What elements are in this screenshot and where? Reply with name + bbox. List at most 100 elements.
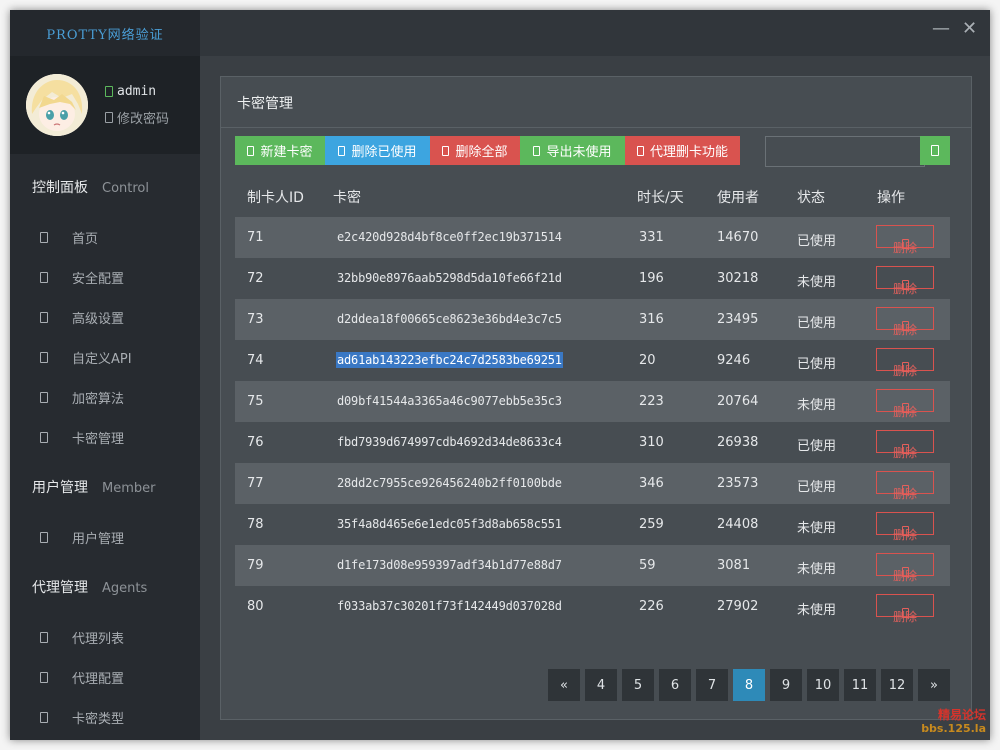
cell-card-key[interactable]: 28dd2c7955ce926456240b2ff0100bde bbox=[337, 476, 562, 490]
delete-row-button[interactable]: 删除 bbox=[876, 307, 934, 337]
table-row: 76 fbd7939d674997cdb4692d34de8633c4 310 … bbox=[235, 422, 950, 463]
table-row: 77 28dd2c7955ce926456240b2ff0100bde 346 … bbox=[235, 463, 950, 504]
pagination-page[interactable]: 12 bbox=[881, 669, 913, 701]
new-card-button[interactable]: 新建卡密 bbox=[235, 136, 325, 165]
pagination-page[interactable]: 5 bbox=[622, 669, 654, 701]
search-button[interactable] bbox=[920, 136, 950, 165]
sidebar-item-home[interactable]: 首页 bbox=[40, 228, 98, 247]
sidebar-item-encryption[interactable]: 加密算法 bbox=[40, 388, 124, 407]
edit-icon bbox=[105, 112, 113, 123]
cell-card-key[interactable]: f033ab37c30201f73f142449d037028d bbox=[337, 599, 562, 613]
delete-label: 删除 bbox=[892, 323, 917, 337]
delete-all-button[interactable]: 删除全部 bbox=[430, 136, 520, 165]
cell-card-key[interactable]: fbd7939d674997cdb4692d34de8633c4 bbox=[337, 435, 562, 449]
pagination-next[interactable]: » bbox=[918, 669, 950, 701]
header-duration: 时长/天 bbox=[637, 190, 684, 206]
delete-label: 删除 bbox=[892, 528, 917, 542]
tag-icon bbox=[40, 712, 48, 723]
pagination-page[interactable]: 6 bbox=[659, 669, 691, 701]
pagination-page[interactable]: 10 bbox=[807, 669, 839, 701]
cell-user: 27902 bbox=[717, 599, 759, 614]
delete-label: 删除 bbox=[892, 241, 917, 255]
section-agents-title: 代理管理 bbox=[32, 580, 88, 596]
delete-row-button[interactable]: 删除 bbox=[876, 225, 934, 255]
header-actions: 操作 bbox=[877, 190, 905, 206]
avatar-image-icon bbox=[26, 74, 88, 136]
close-button[interactable]: ✕ bbox=[962, 20, 977, 38]
cell-maker-id: 75 bbox=[247, 394, 264, 409]
cell-maker-id: 77 bbox=[247, 476, 264, 491]
cell-status: 未使用 bbox=[797, 275, 837, 290]
delete-used-button[interactable]: 删除已使用 bbox=[325, 136, 430, 165]
sidebar: PROTTY网络验证 admin 修改密码 控制面板 Control 首页 安全… bbox=[10, 10, 200, 740]
change-password-link[interactable]: 修改密码 bbox=[105, 108, 169, 127]
username-text: admin bbox=[117, 84, 157, 99]
cell-maker-id: 80 bbox=[247, 599, 264, 614]
cell-card-key[interactable]: 35f4a8d465e6e1edc05f3d8ab658c551 bbox=[337, 517, 562, 531]
pagination-page[interactable]: 11 bbox=[844, 669, 876, 701]
user-status-icon bbox=[105, 86, 113, 97]
agent-delete-card-button[interactable]: 代理删卡功能 bbox=[625, 136, 740, 165]
cell-duration: 259 bbox=[639, 517, 664, 532]
delete-row-button[interactable]: 删除 bbox=[876, 266, 934, 296]
sidebar-item-label: 首页 bbox=[72, 232, 99, 247]
sidebar-item-card-management[interactable]: 卡密管理 bbox=[40, 428, 124, 447]
sidebar-item-security[interactable]: 安全配置 bbox=[40, 268, 124, 287]
delete-row-button[interactable]: 删除 bbox=[876, 471, 934, 501]
delete-row-button[interactable]: 删除 bbox=[876, 389, 934, 419]
delete-row-button[interactable]: 删除 bbox=[876, 594, 934, 624]
sidebar-item-card-types[interactable]: 卡密类型 bbox=[40, 708, 124, 727]
cell-card-key[interactable]: d1fe173d08e959397adf34b1d77e88d7 bbox=[337, 558, 562, 572]
cell-card-key[interactable]: 32bb90e8976aab5298d5da10fe66f21d bbox=[337, 271, 562, 285]
cell-card-key[interactable]: d2ddea18f00665ce8623e36bd4e3c7c5 bbox=[337, 312, 562, 326]
delete-row-button[interactable]: 删除 bbox=[876, 512, 934, 542]
title-bar: — ✕ bbox=[200, 10, 990, 56]
table-row: 75 d09bf41544a3365a46c9077ebb5e35c3 223 … bbox=[235, 381, 950, 422]
cell-user: 3081 bbox=[717, 558, 751, 573]
cell-status: 未使用 bbox=[797, 562, 837, 577]
shield-icon bbox=[40, 272, 48, 283]
pagination-page[interactable]: 9 bbox=[770, 669, 802, 701]
pagination-page[interactable]: 4 bbox=[585, 669, 617, 701]
section-agents-subtitle: Agents bbox=[102, 581, 148, 596]
sidebar-item-custom-api[interactable]: 自定义API bbox=[40, 348, 132, 367]
sidebar-item-agent-list[interactable]: 代理列表 bbox=[40, 628, 124, 647]
delete-label: 删除 bbox=[892, 364, 917, 378]
table-row: 73 d2ddea18f00665ce8623e36bd4e3c7c5 316 … bbox=[235, 299, 950, 340]
delete-row-button[interactable]: 删除 bbox=[876, 553, 934, 583]
sidebar-item-agent-config[interactable]: 代理配置 bbox=[40, 668, 124, 687]
delete-row-button[interactable]: 删除 bbox=[876, 348, 934, 378]
cell-duration: 196 bbox=[639, 271, 664, 286]
delete-row-button[interactable]: 删除 bbox=[876, 430, 934, 460]
pagination-page[interactable]: 7 bbox=[696, 669, 728, 701]
cell-status: 已使用 bbox=[797, 357, 837, 372]
minimize-button[interactable]: — bbox=[932, 20, 950, 38]
pagination-prev[interactable]: « bbox=[548, 669, 580, 701]
table-header: 制卡人ID 卡密 时长/天 使用者 状态 操作 bbox=[235, 179, 950, 213]
cell-status: 未使用 bbox=[797, 603, 837, 618]
table-row: 72 32bb90e8976aab5298d5da10fe66f21d 196 … bbox=[235, 258, 950, 299]
pagination-page-active[interactable]: 8 bbox=[733, 669, 765, 701]
cell-status: 已使用 bbox=[797, 439, 837, 454]
cell-user: 26938 bbox=[717, 435, 759, 450]
section-member-title: 用户管理 bbox=[32, 480, 88, 496]
cell-card-key-selected[interactable]: ad61ab143223efbc24c7d2583be69251 bbox=[336, 352, 563, 368]
export-unused-button[interactable]: 导出未使用 bbox=[520, 136, 625, 165]
header-card-key: 卡密 bbox=[333, 190, 361, 206]
cell-status: 未使用 bbox=[797, 398, 837, 413]
sidebar-item-user-management[interactable]: 用户管理 bbox=[40, 528, 124, 547]
header-maker-id: 制卡人ID bbox=[247, 190, 304, 206]
avatar[interactable] bbox=[26, 74, 88, 136]
section-agents: 代理管理 Agents bbox=[32, 577, 147, 597]
cell-card-key[interactable]: e2c420d928d4bf8ce0ff2ec19b371514 bbox=[337, 230, 562, 244]
cell-duration: 59 bbox=[639, 558, 656, 573]
cell-duration: 346 bbox=[639, 476, 664, 491]
user-icon bbox=[40, 532, 48, 543]
cell-maker-id: 78 bbox=[247, 517, 264, 532]
search-input[interactable] bbox=[765, 136, 925, 167]
card-icon bbox=[40, 432, 48, 443]
cell-user: 20764 bbox=[717, 394, 759, 409]
username: admin bbox=[105, 84, 156, 99]
sidebar-item-advanced[interactable]: 高级设置 bbox=[40, 308, 124, 327]
cell-card-key[interactable]: d09bf41544a3365a46c9077ebb5e35c3 bbox=[337, 394, 562, 408]
